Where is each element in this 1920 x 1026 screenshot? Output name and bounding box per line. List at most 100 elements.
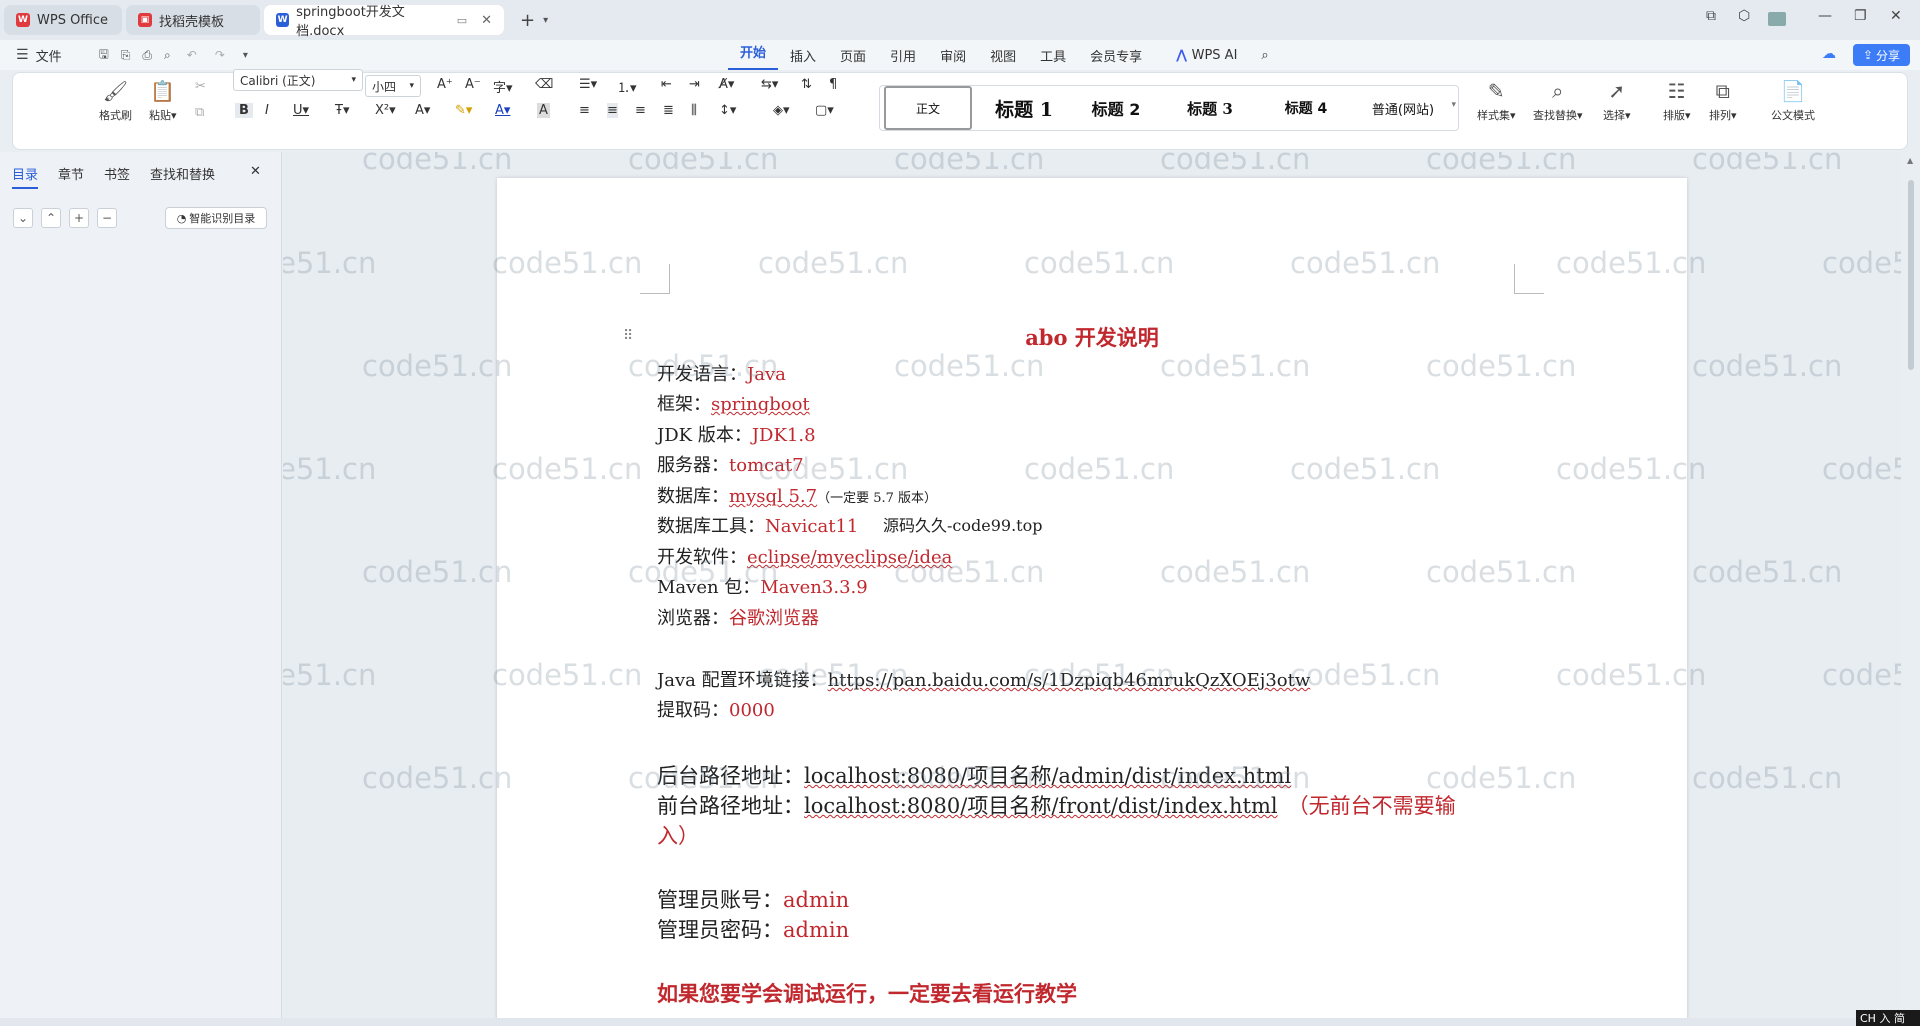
tab-references[interactable]: 引用 [878, 46, 928, 65]
close-window-icon[interactable]: ✕ [1890, 8, 1902, 24]
font-color-icon[interactable]: A▾ [495, 103, 510, 118]
wps-ai-button[interactable]: ⋀ WPS AI [1164, 48, 1249, 63]
window-mode-icon[interactable]: ▭ [457, 14, 467, 27]
chinese-layout-icon[interactable]: ⇆▾ [761, 77, 778, 92]
tab-wps-office[interactable]: W WPS Office [4, 5, 122, 35]
copy-icon[interactable]: ⧉ [195, 105, 204, 120]
bold-icon[interactable]: B [235, 103, 253, 118]
text-effect-icon[interactable]: A▾ [415, 103, 430, 118]
justify-icon[interactable]: ≣ [663, 103, 674, 118]
more-chevron-icon[interactable]: ▾ [243, 50, 248, 61]
file-menu[interactable]: 文件 [29, 46, 69, 65]
smart-toc-button[interactable]: ◔ 智能识别目录 [165, 207, 267, 229]
format-painter-button[interactable]: 🖌 格式刷 [99, 79, 132, 123]
highlight-icon[interactable]: ✎▾ [455, 103, 472, 118]
avatar[interactable] [1768, 12, 1786, 26]
save-icon[interactable]: 🖫 [99, 45, 109, 66]
print-icon[interactable]: ⎙ [142, 48, 152, 63]
cloud-upload-icon[interactable]: ☁ [1822, 46, 1836, 62]
numbering-icon[interactable]: ⒈▾ [617, 77, 637, 96]
tab-home[interactable]: 开始 [728, 40, 779, 70]
tab-tools[interactable]: 工具 [1028, 46, 1078, 65]
phonetic-icon[interactable]: 字▾ [493, 77, 513, 96]
sort-icon[interactable]: ⇅ [801, 77, 812, 92]
maximize-icon[interactable]: ❐ [1854, 8, 1867, 24]
undo-icon[interactable]: ↶ [187, 48, 197, 62]
scrollbar-thumb[interactable] [1908, 180, 1914, 370]
italic-icon[interactable]: I [265, 103, 269, 118]
align-right-icon[interactable]: ≡ [635, 103, 646, 118]
tab-view[interactable]: 视图 [978, 46, 1028, 65]
char-shading-icon[interactable]: A [537, 103, 550, 118]
tab-document[interactable]: W springboot开发文档.docx ▭ ✕ [264, 5, 504, 39]
tab-member[interactable]: 会员专享 [1078, 46, 1154, 65]
distribute-icon[interactable]: ⫼ [691, 103, 697, 118]
ime-indicator[interactable]: CH 入 简 [1856, 1010, 1920, 1026]
style-set-button[interactable]: ✎ 样式集▾ [1477, 79, 1516, 123]
layout-button[interactable]: ☷ 排版▾ [1663, 79, 1691, 123]
find-replace-button[interactable]: ⌕ 查找替换▾ [1533, 79, 1583, 123]
share-button[interactable]: ⇪ 分享 [1853, 44, 1910, 66]
style-web-normal[interactable]: 普通(网站) [1356, 86, 1450, 130]
tab-review[interactable]: 审阅 [928, 46, 978, 65]
cube-icon[interactable]: ⬡ [1738, 8, 1750, 24]
add-heading-icon[interactable]: + [69, 208, 89, 228]
increase-indent-icon[interactable]: ⇥ [689, 77, 700, 92]
style-heading-1[interactable]: 标题 1 [980, 86, 1068, 130]
expand-icon[interactable]: ⌃ [41, 208, 61, 228]
style-heading-4[interactable]: 标题 4 [1262, 86, 1350, 130]
borders-icon[interactable]: ▢▾ [815, 103, 834, 118]
cut-icon[interactable]: ✂ [195, 79, 206, 94]
redo-icon[interactable]: ↷ [215, 48, 225, 62]
align-center-icon[interactable]: ≡ [607, 103, 618, 118]
select-button[interactable]: ➚ 选择▾ [1603, 79, 1631, 123]
export-pdf-icon[interactable]: ⎘ [121, 48, 131, 63]
shading-icon[interactable]: ◈▾ [773, 103, 790, 118]
underline-icon[interactable]: U▾ [293, 103, 309, 118]
sidebar-tab-bookmarks[interactable]: 书签 [104, 164, 130, 183]
tab-page[interactable]: 页面 [828, 46, 878, 65]
search-icon[interactable]: ⌕ [1249, 48, 1280, 63]
grow-font-icon[interactable]: A⁺ [437, 77, 453, 92]
tab-list-chevron-icon[interactable]: ▾ [543, 15, 548, 26]
restore-layout-icon[interactable]: ⧉ [1706, 8, 1716, 24]
bullets-icon[interactable]: ☰▾ [579, 77, 597, 92]
official-mode-button[interactable]: 📄 公文模式 [1771, 79, 1815, 123]
align-left-icon[interactable]: ≡ [579, 103, 590, 118]
sidebar-tab-sections[interactable]: 章节 [58, 164, 84, 183]
clear-format-icon[interactable]: ⌫ [535, 77, 553, 92]
close-tab-icon[interactable]: ✕ [481, 13, 492, 28]
line-spacing-icon[interactable]: ↕▾ [719, 103, 736, 118]
text-direction-icon[interactable]: A̸▾ [719, 77, 734, 92]
hamburger-icon[interactable]: ☰ [16, 47, 29, 63]
strikethrough-icon[interactable]: Ŧ▾ [335, 103, 349, 118]
share-label: 分享 [1876, 48, 1901, 63]
new-tab-icon[interactable]: + [520, 10, 535, 31]
font-name-select[interactable]: Calibri (正文) ▾ [233, 69, 363, 91]
style-gallery-scroll-icon[interactable]: ▾ [1451, 100, 1456, 110]
print-preview-icon[interactable]: ⌕ [164, 48, 171, 63]
scroll-up-icon[interactable]: ▲ [1907, 156, 1913, 165]
remove-heading-icon[interactable]: − [97, 208, 117, 228]
close-pane-icon[interactable]: ✕ [250, 164, 261, 179]
minimize-icon[interactable]: — [1818, 8, 1832, 24]
show-marks-icon[interactable]: ¶ [829, 77, 837, 92]
style-heading-2[interactable]: 标题 2 [1072, 86, 1160, 130]
style-gallery: 正文 标题 1 标题 2 标题 3 标题 4 普通(网站) ▾ [879, 85, 1459, 131]
style-heading-3[interactable]: 标题 3 [1166, 86, 1254, 130]
decrease-indent-icon[interactable]: ⇤ [661, 77, 672, 92]
style-normal[interactable]: 正文 [884, 86, 972, 130]
collapse-icon[interactable]: ⌄ [13, 208, 33, 228]
font-size-select[interactable]: 小四 ▾ [365, 75, 421, 97]
sidebar-tab-find-replace[interactable]: 查找和替换 [150, 164, 215, 183]
watermark-text: code51.cn [362, 349, 513, 383]
paste-button[interactable]: 📋 粘贴▾ [149, 79, 177, 123]
sidebar-tab-toc[interactable]: 目录 [12, 164, 39, 189]
superscript-icon[interactable]: X²▾ [375, 103, 396, 118]
arrange-button[interactable]: ⧉ 排列▾ [1709, 79, 1737, 123]
shrink-font-icon[interactable]: A⁻ [465, 77, 481, 92]
vertical-scrollbar[interactable]: ▲ [1903, 152, 1920, 1018]
tab-insert[interactable]: 插入 [778, 46, 828, 65]
tab-template[interactable]: ▣ 找稻壳模板 [126, 5, 260, 35]
paste-label: 粘贴 [149, 109, 171, 122]
